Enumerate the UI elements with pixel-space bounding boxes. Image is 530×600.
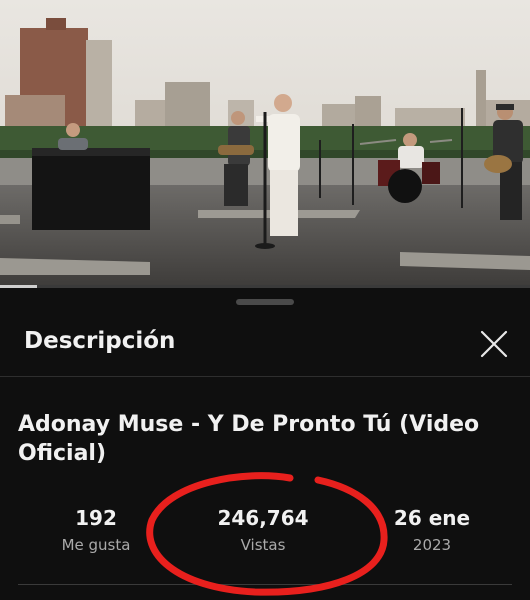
video-thumbnail (0, 0, 530, 285)
views-count: 246,764 (217, 506, 309, 530)
views-label: Vistas (240, 536, 286, 554)
close-button[interactable] (478, 328, 510, 360)
drag-handle[interactable] (236, 299, 294, 305)
date-stat: 26 ene 2023 (384, 506, 480, 555)
video-player[interactable] (0, 0, 530, 285)
video-title: Adonay Muse - Y De Pronto Tú (Video Ofic… (18, 412, 480, 466)
close-icon (480, 330, 508, 358)
header-divider (0, 376, 530, 377)
views-stat: 246,764 Vistas (193, 506, 333, 555)
publish-date: 26 ene (393, 506, 471, 530)
description-panel: Descripción Adonay Muse - Y De Pronto Tú… (0, 288, 530, 600)
stats-divider (18, 584, 512, 585)
likes-count: 192 (75, 506, 117, 530)
likes-label: Me gusta (61, 536, 131, 554)
publish-year: 2023 (412, 536, 452, 554)
likes-stat: 192 Me gusta (47, 506, 145, 555)
panel-title: Descripción (24, 328, 176, 354)
